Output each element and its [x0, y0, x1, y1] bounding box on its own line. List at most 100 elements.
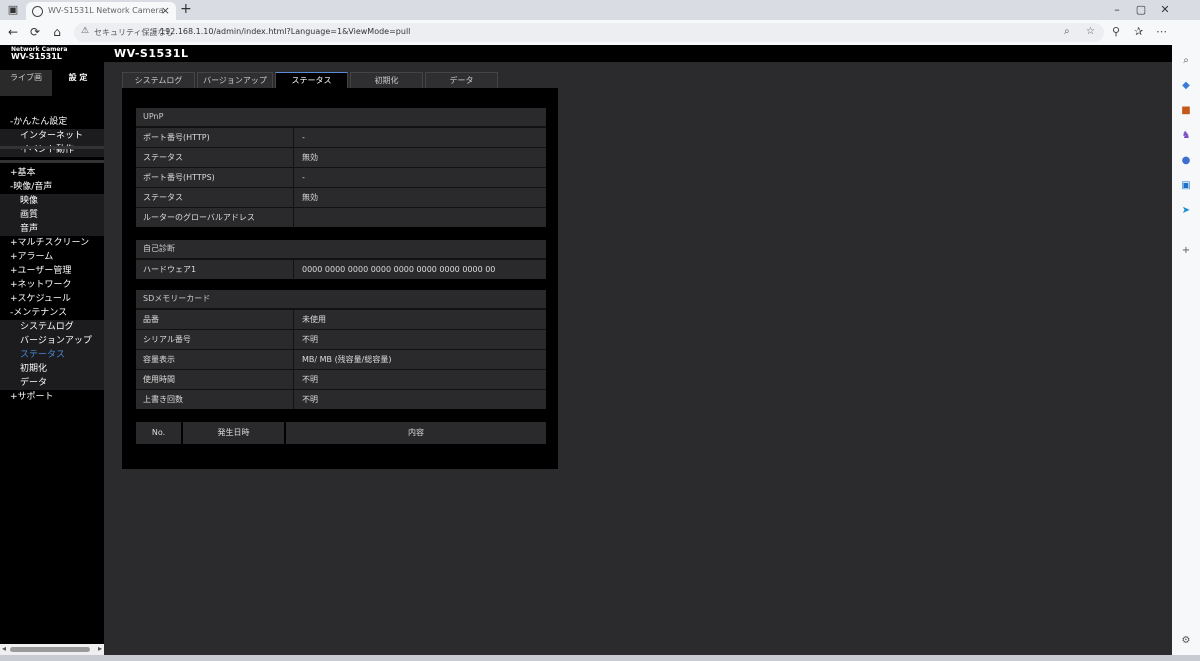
browser-tab[interactable]: WV-S1531L Network Camera ×: [26, 2, 176, 20]
brand-line2: WV-S1531L: [11, 52, 62, 61]
log-table-header: No. 発生日時 内容: [136, 422, 546, 444]
sidebar-item-label: システムログ: [20, 322, 74, 332]
status-row-label: ステータス: [143, 153, 183, 162]
reload-icon[interactable]: ⟳: [28, 25, 42, 39]
status-row-label: 上書き回数: [143, 395, 183, 404]
url-input[interactable]: ⚠ セキュリティ保護なし 192.168.1.10/admin/index.ht…: [74, 23, 1104, 42]
settings-gear-icon[interactable]: ⚙: [1180, 635, 1192, 647]
url-text[interactable]: 192.168.1.10/admin/index.html?Language=1…: [160, 27, 410, 36]
browser-tab-strip: ▣ WV-S1531L Network Camera × + – ▢ ✕: [0, 0, 1200, 20]
status-row-label: 容量表示: [143, 355, 175, 364]
scroll-right-icon[interactable]: ▸: [98, 644, 102, 653]
sidebar-item[interactable]: データ: [0, 376, 104, 390]
home-icon[interactable]: ⌂: [50, 25, 64, 39]
status-row-value: MB/ MB (残容量/総容量): [293, 350, 546, 369]
status-row-value: 未使用: [293, 310, 546, 329]
search-icon[interactable]: ⌕: [1180, 55, 1192, 67]
sidebar-item-label: バージョンアップ: [20, 336, 92, 346]
scroll-left-icon[interactable]: ◂: [2, 644, 6, 653]
status-row-value: 不明: [293, 330, 546, 349]
maximize-icon[interactable]: ▢: [1134, 3, 1148, 17]
camera-header: Network Camera WV-S1531L WV-S1531L: [0, 45, 1172, 62]
toolbox-icon[interactable]: ■: [1180, 105, 1192, 117]
tab-3[interactable]: 初期化: [350, 72, 423, 88]
sidebar-item-label: +基本: [10, 168, 36, 178]
status-row-label: ルーターのグローバルアドレス: [143, 213, 255, 222]
tab-live[interactable]: ライブ画: [0, 70, 52, 96]
games-icon[interactable]: ♞: [1180, 130, 1192, 142]
scrollbar-thumb[interactable]: [10, 647, 90, 652]
status-row-value: 0000 0000 0000 0000 0000 0000 0000 0000 …: [293, 260, 546, 279]
self-diagnosis-title: 自己診断: [136, 240, 546, 259]
sidebar-item[interactable]: -かんたん設定: [0, 115, 104, 129]
warning-icon: ⚠: [81, 26, 90, 36]
sidebar-item[interactable]: インターネット: [0, 129, 104, 143]
status-row: ステータス 無効: [136, 187, 546, 207]
sidebar-item[interactable]: +基本: [0, 166, 104, 180]
tab-actions-icon[interactable]: ▣: [6, 3, 20, 17]
new-tab-button[interactable]: +: [180, 1, 192, 17]
extensions-icon[interactable]: ⚲: [1112, 25, 1120, 38]
sidebar-item[interactable]: -メンテナンス: [0, 306, 104, 320]
sidebar-item[interactable]: +アラーム: [0, 250, 104, 264]
sidebar-item-label: 映像: [20, 196, 39, 206]
upnp-title: UPnP: [136, 108, 546, 127]
copilot-icon[interactable]: ●: [1180, 155, 1192, 167]
sidebar-item-label: 初期化: [20, 364, 48, 374]
col-content: 内容: [286, 422, 546, 444]
status-row-label: 品番: [143, 315, 159, 324]
send-icon[interactable]: ➤: [1180, 205, 1192, 217]
sidebar-item-label: +アラーム: [10, 252, 54, 262]
sidebar-item[interactable]: システムログ: [0, 320, 104, 334]
upnp-section: UPnP ポート番号(HTTP) - ステータス 無効 ポート番号(HTTPS) - ステー…: [136, 108, 546, 227]
sidebar-item[interactable]: 初期化: [0, 362, 104, 376]
status-row: ステータス 無効: [136, 147, 546, 167]
minimize-icon[interactable]: –: [1110, 3, 1124, 17]
sidebar-divider: [0, 146, 104, 149]
tag-icon[interactable]: ◆: [1180, 80, 1192, 92]
sidebar-item[interactable]: +マルチスクリーン: [0, 236, 104, 250]
globe-icon: [32, 6, 43, 17]
status-row-label: 使用時間: [143, 375, 175, 384]
sidebar-item[interactable]: ステータス: [0, 348, 104, 362]
tab-0[interactable]: システムログ: [122, 72, 195, 88]
browser-tab-title: WV-S1531L Network Camera: [48, 6, 164, 15]
status-row-label: ハードウェア1: [143, 265, 197, 274]
status-row: ポート番号(HTTP) -: [136, 127, 546, 147]
sidebar-item[interactable]: バージョンアップ: [0, 334, 104, 348]
zoom-icon[interactable]: ⌕: [1064, 26, 1070, 37]
sidebar-item-label: データ: [20, 378, 48, 388]
status-row: ルーターのグローバルアドレス: [136, 207, 546, 227]
back-icon[interactable]: ←: [6, 25, 20, 39]
tab-1[interactable]: バージョンアップ: [197, 72, 273, 88]
status-row-label: ポート番号(HTTP): [143, 133, 210, 142]
status-row: 使用時間 不明: [136, 369, 546, 389]
sidebar-item-label: -かんたん設定: [10, 117, 68, 127]
col-time: 発生日時: [183, 422, 284, 444]
add-icon[interactable]: +: [1180, 245, 1192, 257]
horizontal-scrollbar[interactable]: ◂ ▸: [0, 644, 104, 655]
sidebar-item[interactable]: +サポート: [0, 390, 104, 404]
close-window-icon[interactable]: ✕: [1158, 3, 1172, 17]
sidebar-item-label: +サポート: [10, 392, 54, 402]
menu-icon[interactable]: ⋯: [1156, 25, 1167, 38]
sidebar-item[interactable]: 音声: [0, 222, 104, 236]
sidebar-item[interactable]: 映像: [0, 194, 104, 208]
status-row-label: ステータス: [143, 193, 183, 202]
sidebar-item[interactable]: +ネットワーク: [0, 278, 104, 292]
favorite-star-icon[interactable]: ☆: [1086, 26, 1095, 37]
sidebar-item[interactable]: -映像/音声: [0, 180, 104, 194]
tab-setup[interactable]: 設 定: [52, 70, 104, 96]
setup-sidebar: ライブ画 設 定 -かんたん設定 インターネット イベント動作 +基本 -映像/音声 映像…: [0, 62, 104, 645]
tab-2[interactable]: ステータス: [275, 72, 348, 88]
tab-4[interactable]: データ: [425, 72, 498, 88]
sidebar-item[interactable]: +スケジュール: [0, 292, 104, 306]
favorites-icon[interactable]: ✰: [1134, 25, 1143, 38]
status-row: シリアル番号 不明: [136, 329, 546, 349]
tab-close-icon[interactable]: ×: [161, 4, 170, 17]
sd-card-title: SDメモリーカード: [136, 290, 546, 309]
sidebar-item[interactable]: +ユーザー管理: [0, 264, 104, 278]
outlook-icon[interactable]: ▣: [1180, 180, 1192, 192]
sidebar-item[interactable]: 画質: [0, 208, 104, 222]
browser-sidebar: ⌕ ◆ ■ ♞ ● ▣ ➤ + ⚙: [1172, 45, 1200, 655]
